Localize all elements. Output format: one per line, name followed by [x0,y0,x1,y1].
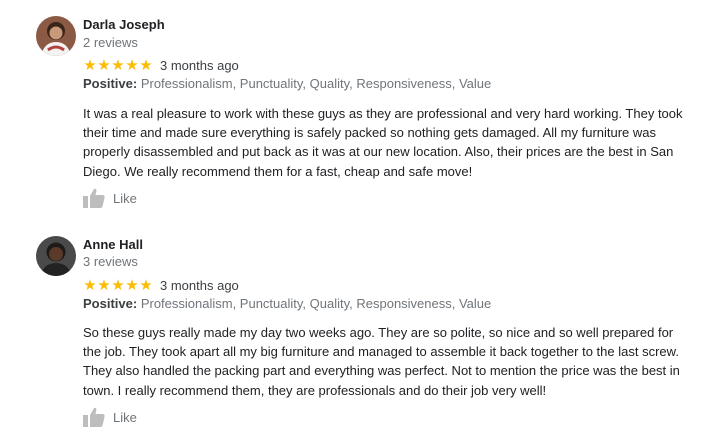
rating-row: ★ ★ ★ ★ ★ 3 months ago [83,277,239,293]
star-icon: ★ [139,56,153,74]
like-label: Like [113,190,137,206]
reviewer-avatar[interactable] [36,236,76,276]
star-icon: ★ [111,276,125,294]
review-date: 3 months ago [160,277,239,293]
like-label: Like [113,409,137,425]
star-rating: ★ ★ ★ ★ ★ [83,57,153,73]
like-button[interactable]: Like [83,406,137,428]
reviewer-review-count: 2 reviews [83,35,138,50]
reviewer-review-count: 3 reviews [83,254,138,269]
review-text: So these guys really made my day two wee… [83,325,680,398]
star-icon: ★ [111,56,125,74]
review-text: It was a real pleasure to work with thes… [83,106,683,179]
reviewer-name[interactable]: Anne Hall [83,237,143,252]
star-icon: ★ [83,56,97,74]
positive-label: Positive: [83,76,138,91]
star-rating: ★ ★ ★ ★ ★ [83,277,153,293]
positive-label: Positive: [83,296,138,311]
positive-attributes: Positive: Professionalism, Punctuality, … [83,296,491,311]
star-icon: ★ [139,276,153,294]
positive-values: Professionalism, Punctuality, Quality, R… [140,76,492,91]
rating-row: ★ ★ ★ ★ ★ 3 months ago [83,57,239,73]
star-icon: ★ [97,56,111,74]
positive-attributes: Positive: Professionalism, Punctuality, … [83,76,491,91]
positive-values: Professionalism, Punctuality, Quality, R… [140,296,492,311]
star-icon: ★ [125,56,139,74]
review-date: 3 months ago [160,57,239,73]
star-icon: ★ [125,276,139,294]
avatar-photo-icon [36,236,76,276]
avatar-photo-icon [36,16,76,56]
reviewer-avatar[interactable] [36,16,76,56]
like-button[interactable]: Like [83,187,137,209]
star-icon: ★ [97,276,111,294]
thumbs-up-icon [83,407,105,427]
reviewer-name[interactable]: Darla Joseph [83,17,165,32]
thumbs-up-icon [83,188,105,208]
star-icon: ★ [83,276,97,294]
